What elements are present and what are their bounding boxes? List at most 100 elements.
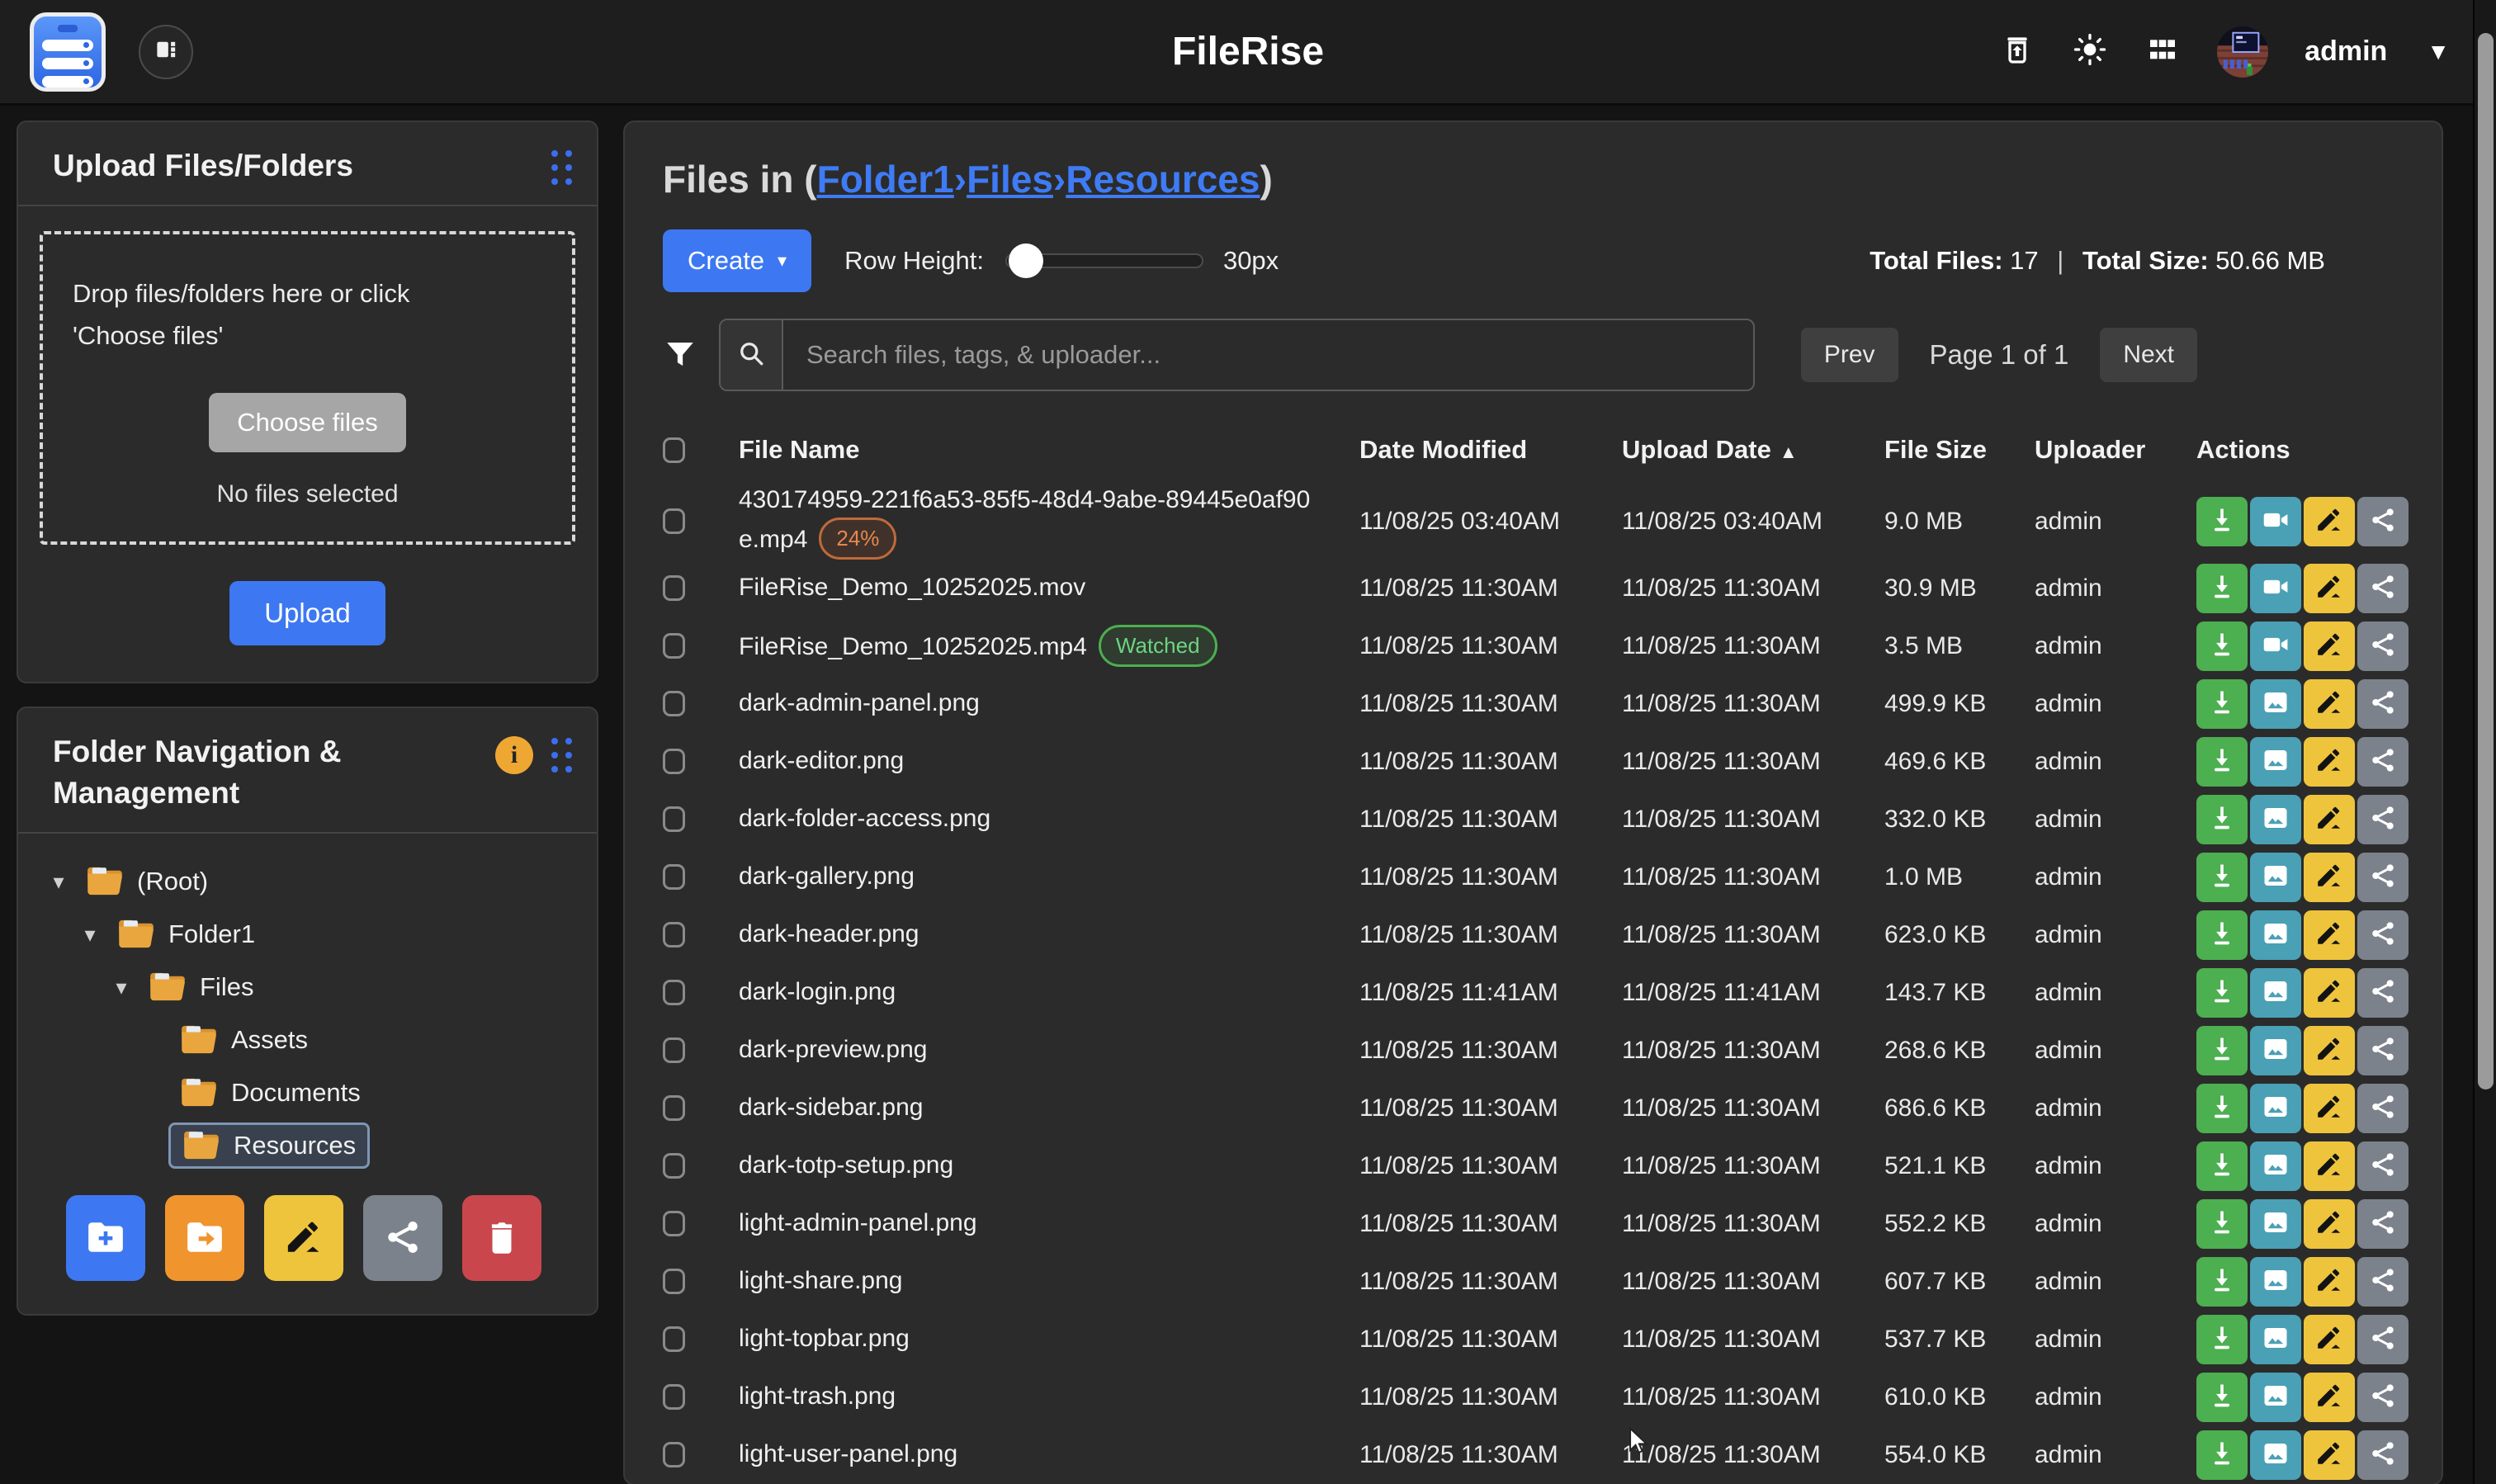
column-header-file-name[interactable]: File Name <box>739 435 1359 465</box>
file-checkbox[interactable] <box>663 691 685 716</box>
rename-button[interactable] <box>2304 497 2355 546</box>
download-button[interactable] <box>2196 1315 2248 1364</box>
username-label[interactable]: admin <box>2305 35 2387 68</box>
rename-button[interactable] <box>2304 1026 2355 1075</box>
file-name[interactable]: light-user-panel.png <box>739 1438 1359 1472</box>
choose-files-button[interactable]: Choose files <box>209 393 406 452</box>
file-name[interactable]: dark-admin-panel.png <box>739 687 1359 721</box>
caret-down-icon[interactable]: ▼ <box>2427 39 2450 65</box>
share-button[interactable] <box>2357 1026 2409 1075</box>
file-checkbox[interactable] <box>663 633 685 659</box>
folder-entry[interactable]: Folder1 <box>106 914 267 955</box>
file-checkbox[interactable] <box>663 1211 685 1236</box>
rename-button[interactable] <box>2304 1199 2355 1249</box>
create-folder-button[interactable] <box>66 1195 145 1281</box>
rename-folder-button[interactable] <box>264 1195 343 1281</box>
share-button[interactable] <box>2357 621 2409 671</box>
download-button[interactable] <box>2196 853 2248 902</box>
file-checkbox[interactable] <box>663 749 685 774</box>
selected-folder[interactable]: Resources <box>168 1122 370 1169</box>
share-folder-button[interactable] <box>363 1195 442 1281</box>
move-folder-button[interactable] <box>165 1195 244 1281</box>
download-button[interactable] <box>2196 737 2248 787</box>
file-name[interactable]: FileRise_Demo_10252025.mov <box>739 571 1359 605</box>
video-preview-button[interactable] <box>2250 621 2301 671</box>
share-button[interactable] <box>2357 1257 2409 1307</box>
row-height-slider[interactable] <box>1005 253 1203 268</box>
rename-button[interactable] <box>2304 1084 2355 1133</box>
download-button[interactable] <box>2196 1430 2248 1480</box>
rename-button[interactable] <box>2304 679 2355 729</box>
file-checkbox[interactable] <box>663 806 685 832</box>
file-name[interactable]: light-admin-panel.png <box>739 1207 1359 1241</box>
download-button[interactable] <box>2196 1257 2248 1307</box>
download-button[interactable] <box>2196 910 2248 960</box>
file-name[interactable]: 430174959-221f6a53-85f5-48d4-9abe-89445e… <box>739 484 1359 560</box>
video-preview-button[interactable] <box>2250 564 2301 613</box>
folder-entry[interactable]: (Root) <box>74 861 220 902</box>
drag-handle-icon[interactable] <box>551 150 572 185</box>
image-preview-button[interactable] <box>2250 853 2301 902</box>
file-checkbox[interactable] <box>663 922 685 948</box>
file-name[interactable]: dark-totp-setup.png <box>739 1149 1359 1183</box>
download-button[interactable] <box>2196 497 2248 546</box>
rename-button[interactable] <box>2304 621 2355 671</box>
file-name[interactable]: light-topbar.png <box>739 1322 1359 1356</box>
apps-grid-button[interactable] <box>2144 34 2181 70</box>
file-name[interactable]: dark-editor.png <box>739 744 1359 778</box>
image-preview-button[interactable] <box>2250 1315 2301 1364</box>
file-checkbox[interactable] <box>663 980 685 1005</box>
folder-entry[interactable]: Files <box>137 966 265 1008</box>
image-preview-button[interactable] <box>2250 737 2301 787</box>
create-button[interactable]: Create ▾ <box>663 229 811 292</box>
share-button[interactable] <box>2357 1430 2409 1480</box>
image-preview-button[interactable] <box>2250 910 2301 960</box>
file-checkbox[interactable] <box>663 1153 685 1179</box>
image-preview-button[interactable] <box>2250 795 2301 844</box>
file-name[interactable]: dark-gallery.png <box>739 860 1359 894</box>
search-input[interactable] <box>783 320 1753 390</box>
download-button[interactable] <box>2196 621 2248 671</box>
prev-page-button[interactable]: Prev <box>1801 328 1898 382</box>
rename-button[interactable] <box>2304 564 2355 613</box>
rename-button[interactable] <box>2304 1430 2355 1480</box>
file-checkbox[interactable] <box>663 1037 685 1063</box>
select-all-checkbox[interactable] <box>663 437 685 463</box>
share-button[interactable] <box>2357 564 2409 613</box>
file-checkbox[interactable] <box>663 1384 685 1410</box>
filerise-logo[interactable] <box>30 12 106 92</box>
search-button[interactable] <box>721 320 783 390</box>
image-preview-button[interactable] <box>2250 1199 2301 1249</box>
share-button[interactable] <box>2357 1084 2409 1133</box>
file-name[interactable]: FileRise_Demo_10252025.mp4Watched <box>739 625 1359 667</box>
trash-restore-button[interactable] <box>1999 34 2035 70</box>
column-header-actions[interactable]: Actions <box>2196 435 2404 465</box>
column-header-uploader[interactable]: Uploader <box>2035 435 2196 465</box>
column-header-file-size[interactable]: File Size <box>1884 435 2035 465</box>
folder-tree-item[interactable]: ▾Folder1 <box>35 908 580 961</box>
folder-tree-item[interactable]: ▾Files <box>35 961 580 1014</box>
file-name[interactable]: dark-login.png <box>739 976 1359 1009</box>
scrollbar-thumb[interactable] <box>2478 33 2494 1089</box>
rename-button[interactable] <box>2304 1373 2355 1422</box>
share-button[interactable] <box>2357 1315 2409 1364</box>
upload-dropzone[interactable]: Drop files/folders here or click 'Choose… <box>40 231 575 545</box>
delete-folder-button[interactable] <box>462 1195 541 1281</box>
rename-button[interactable] <box>2304 795 2355 844</box>
share-button[interactable] <box>2357 1373 2409 1422</box>
image-preview-button[interactable] <box>2250 1084 2301 1133</box>
image-preview-button[interactable] <box>2250 1373 2301 1422</box>
file-checkbox[interactable] <box>663 1095 685 1121</box>
folder-entry[interactable]: Assets <box>168 1019 319 1061</box>
file-name[interactable]: dark-folder-access.png <box>739 802 1359 836</box>
file-name[interactable]: dark-preview.png <box>739 1033 1359 1067</box>
share-button[interactable] <box>2357 679 2409 729</box>
upload-button[interactable]: Upload <box>229 581 385 645</box>
download-button[interactable] <box>2196 679 2248 729</box>
theme-toggle-button[interactable] <box>2072 34 2108 70</box>
share-button[interactable] <box>2357 968 2409 1018</box>
info-icon[interactable]: i <box>495 736 533 774</box>
rename-button[interactable] <box>2304 737 2355 787</box>
share-button[interactable] <box>2357 737 2409 787</box>
download-button[interactable] <box>2196 795 2248 844</box>
